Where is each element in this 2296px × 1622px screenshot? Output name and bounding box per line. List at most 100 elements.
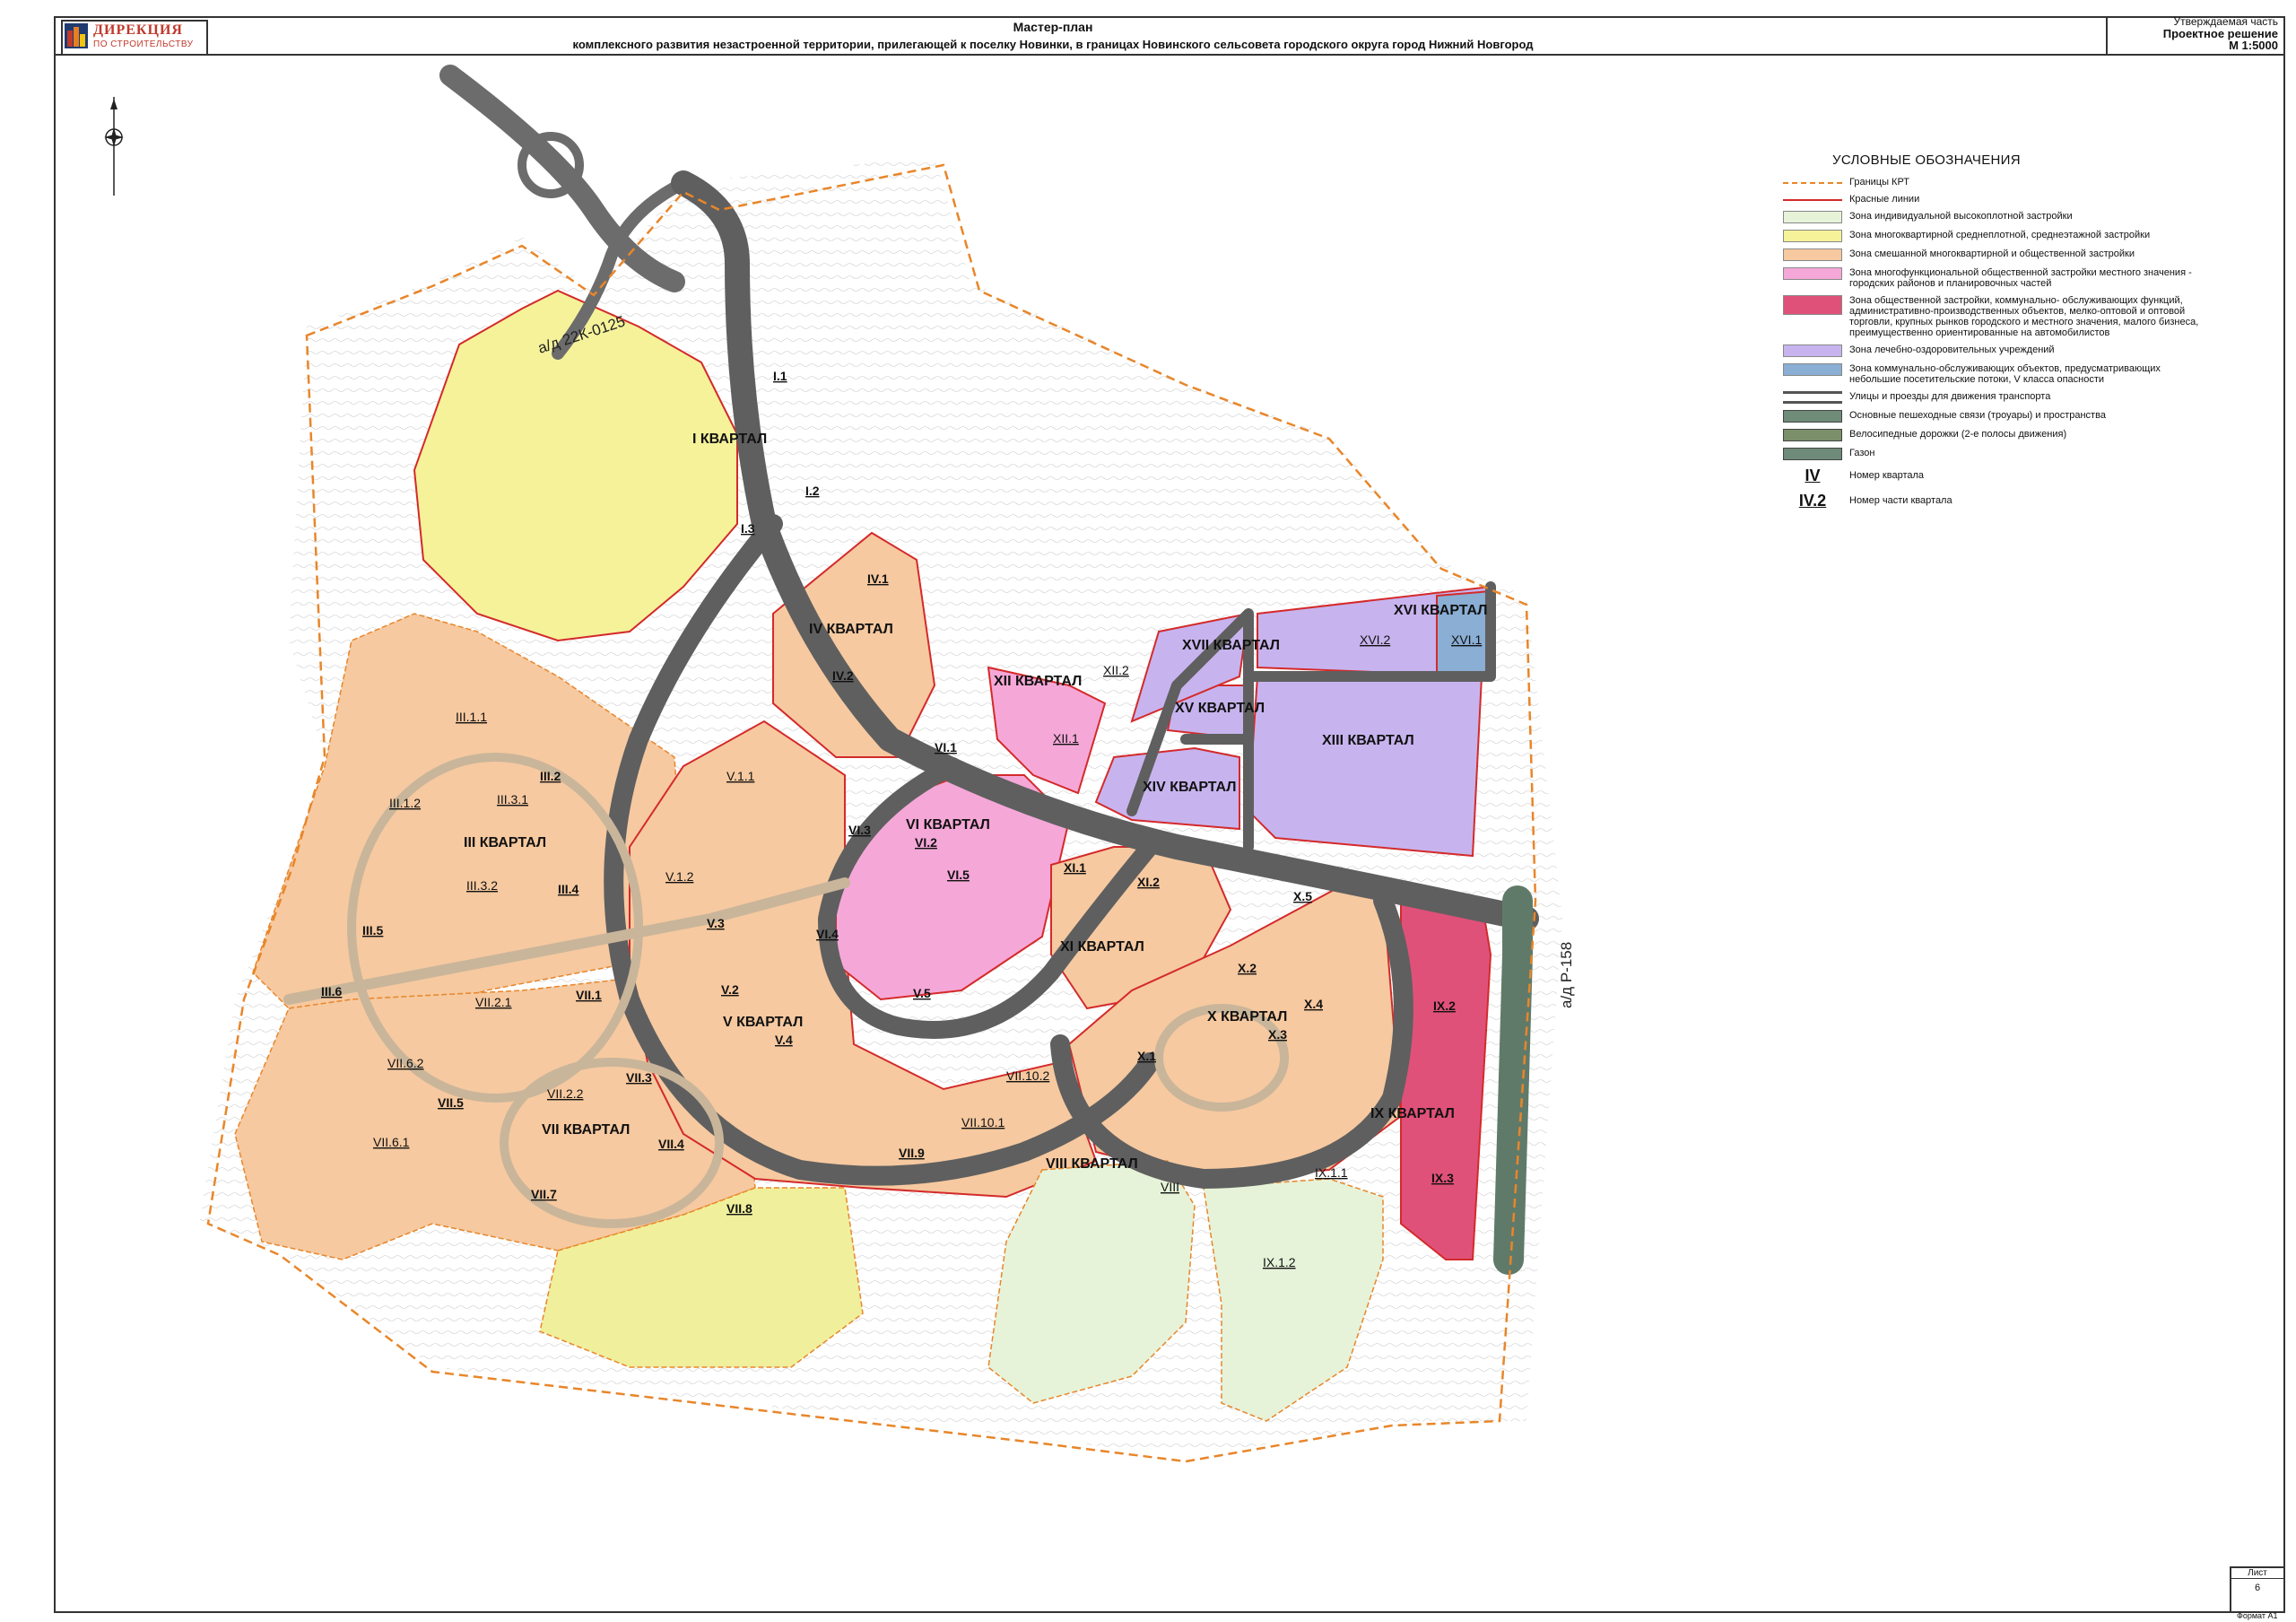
legend-row-zone-public: Зона общественной застройки, коммунально… bbox=[1783, 295, 2205, 338]
quarter-label-1: I КВАРТАЛ bbox=[692, 432, 767, 447]
legend-row-street: Улицы и проезды для движения транспорта bbox=[1783, 391, 2205, 404]
legend-label: Красные линии bbox=[1849, 194, 1920, 205]
logo-text-sub: ПО СТРОИТЕЛЬСТВУ bbox=[93, 39, 194, 49]
road-northwest-highway bbox=[439, 65, 685, 292]
part-label-12-1: XII.1 bbox=[1053, 731, 1079, 746]
zone-utility-swatch bbox=[1783, 363, 1842, 376]
zone-quarter-13 bbox=[1247, 676, 1483, 858]
sheet-label: Лист bbox=[2231, 1568, 2283, 1579]
logo-mark-icon bbox=[65, 23, 88, 48]
legend-label: Зона индивидуальной высокоплотной застро… bbox=[1849, 211, 2073, 222]
part-label-7-10-1: VII.10.1 bbox=[961, 1115, 1004, 1129]
legend-label: Номер части квартала bbox=[1849, 495, 1952, 506]
part-label-9-3: IX.3 bbox=[1431, 1171, 1454, 1185]
part-label-3-3-1: III.3.1 bbox=[497, 792, 528, 807]
legend-label: Номер квартала bbox=[1849, 470, 1925, 481]
street-swatch bbox=[1783, 391, 1842, 404]
quarter-label-12: XII КВАРТАЛ bbox=[994, 674, 1082, 689]
legend: УСЛОВНЫЕ ОБОЗНАЧЕНИЯ Границы КРТ Красные… bbox=[1783, 153, 2205, 517]
legend-label: Зона смешанной многоквартирной и обществ… bbox=[1849, 249, 2135, 259]
part-label-10-3: X.3 bbox=[1268, 1027, 1287, 1042]
part-label-7-6-2: VII.6.2 bbox=[387, 1056, 424, 1070]
stamp-scale: М 1:5000 bbox=[2229, 39, 2278, 52]
legend-label: Зона коммунально-обслуживающих объектов,… bbox=[1849, 363, 2161, 385]
part-label-7-3: VII.3 bbox=[626, 1070, 652, 1085]
legend-label: Основные пешеходные связи (троуары) и пр… bbox=[1849, 410, 2106, 421]
zone-mixed-swatch bbox=[1783, 249, 1842, 261]
legend-label: Улицы и проезды для движения транспорта bbox=[1849, 391, 2051, 402]
part-label-6-2: VI.2 bbox=[915, 835, 937, 850]
legend-row-zone-medical: Зона лечебно-оздоровительных учреждений bbox=[1783, 344, 2205, 357]
part-label-3-1-1: III.1.1 bbox=[456, 710, 487, 724]
legend-row-zone-individual: Зона индивидуальной высокоплотной застро… bbox=[1783, 211, 2205, 223]
zone-midrise-swatch bbox=[1783, 230, 1842, 242]
part-label-5-1-1: V.1.1 bbox=[726, 769, 755, 783]
quarter-number-sample: IV bbox=[1805, 467, 1821, 484]
part-label-9-1-1: IX.1.1 bbox=[1315, 1165, 1348, 1180]
title-subtitle: комплексного развития незастроенной терр… bbox=[572, 38, 1534, 51]
logo: ДИРЕКЦИЯ ПО СТРОИТЕЛЬСТВУ bbox=[61, 20, 208, 56]
part-label-7-8: VII.8 bbox=[726, 1201, 752, 1216]
legend-row-zone-multifunctional: Зона многофункциональной общественной за… bbox=[1783, 267, 2205, 289]
part-label-5-3: V.3 bbox=[707, 916, 725, 930]
legend-row-krt-boundary: Границы КРТ bbox=[1783, 177, 2205, 187]
zone-public-swatch bbox=[1783, 295, 1842, 315]
title-main: Мастер-план bbox=[1013, 20, 1093, 34]
part-label-5-5: V.5 bbox=[913, 986, 931, 1000]
part-label-7-5: VII.5 bbox=[438, 1095, 464, 1110]
quarter-label-13: XIII КВАРТАЛ bbox=[1322, 733, 1414, 748]
red-lines-swatch bbox=[1783, 199, 1842, 201]
part-label-3-3-2: III.3.2 bbox=[466, 878, 498, 893]
part-label-7-2-2: VII.2.2 bbox=[547, 1086, 584, 1101]
pedestrian-swatch bbox=[1783, 410, 1842, 423]
legend-label: Велосипедные дорожки (2-е полосы движени… bbox=[1849, 429, 2067, 440]
legend-row-zone-utility: Зона коммунально-обслуживающих объектов,… bbox=[1783, 363, 2205, 385]
part-label-10-4: X.4 bbox=[1304, 997, 1323, 1011]
part-label-7-4: VII.4 bbox=[658, 1137, 684, 1151]
part-label-16-1: XVI.1 bbox=[1451, 632, 1482, 647]
part-label-8: VIII bbox=[1161, 1180, 1179, 1194]
sheet-number-box: Лист 6 bbox=[2230, 1566, 2283, 1611]
part-label-4-2: IV.2 bbox=[832, 668, 854, 683]
legend-label: Границы КРТ bbox=[1849, 177, 1910, 187]
part-label-3-5: III.5 bbox=[362, 923, 384, 937]
part-label-10-5: X.5 bbox=[1293, 889, 1312, 903]
part-label-5-2: V.2 bbox=[721, 982, 739, 997]
part-label-9-2: IX.2 bbox=[1433, 998, 1456, 1013]
legend-row-zone-mixed: Зона смешанной многоквартирной и обществ… bbox=[1783, 249, 2205, 261]
sheet-number: 6 bbox=[2254, 1583, 2261, 1593]
quarter-label-11: XI КВАРТАЛ bbox=[1060, 939, 1144, 955]
legend-row-red-lines: Красные линии bbox=[1783, 194, 2205, 205]
part-label-6-1: VI.1 bbox=[935, 740, 957, 754]
part-label-12-2: XII.2 bbox=[1103, 663, 1129, 677]
part-label-7-10-2: VII.10.2 bbox=[1006, 1068, 1049, 1083]
part-label-7-1: VII.1 bbox=[576, 988, 602, 1002]
lawn-swatch bbox=[1783, 448, 1842, 460]
legend-row-part-number: IV.2 Номер части квартала bbox=[1783, 492, 2205, 510]
part-label-7-7: VII.7 bbox=[531, 1187, 557, 1201]
logo-text-main: ДИРЕКЦИЯ bbox=[93, 22, 183, 38]
quarter-label-6: VI КВАРТАЛ bbox=[906, 817, 990, 833]
part-label-4-1: IV.1 bbox=[867, 571, 889, 586]
quarter-label-4: IV КВАРТАЛ bbox=[809, 622, 893, 637]
legend-label: Газон bbox=[1849, 448, 1875, 458]
quarter-label-15: XV КВАРТАЛ bbox=[1175, 701, 1265, 716]
legend-row-quarter-number: IV Номер квартала bbox=[1783, 467, 2205, 485]
part-label-3-6: III.6 bbox=[321, 984, 343, 998]
part-label-7-6-1: VII.6.1 bbox=[373, 1135, 410, 1149]
quarter-label-3: III КВАРТАЛ bbox=[464, 835, 546, 850]
part-label-16-2: XVI.2 bbox=[1360, 632, 1390, 647]
part-label-6-4: VI.4 bbox=[816, 927, 839, 941]
zone-multifunctional-swatch bbox=[1783, 267, 1842, 280]
part-label-1-1: I.1 bbox=[773, 369, 787, 383]
bike-path-swatch bbox=[1783, 429, 1842, 441]
part-label-5-4: V.4 bbox=[775, 1033, 793, 1047]
part-label-10-2: X.2 bbox=[1238, 961, 1257, 975]
road-label-east: а/д Р-158 bbox=[1558, 942, 1575, 1008]
part-label-1-2: I.2 bbox=[805, 484, 820, 498]
legend-row-bike-path: Велосипедные дорожки (2-е полосы движени… bbox=[1783, 429, 2205, 441]
part-label-11-2: XI.2 bbox=[1137, 875, 1160, 889]
part-label-6-5: VI.5 bbox=[947, 868, 970, 882]
quarter-label-10: X КВАРТАЛ bbox=[1207, 1009, 1287, 1025]
part-number-sample: IV.2 bbox=[1798, 492, 1827, 510]
